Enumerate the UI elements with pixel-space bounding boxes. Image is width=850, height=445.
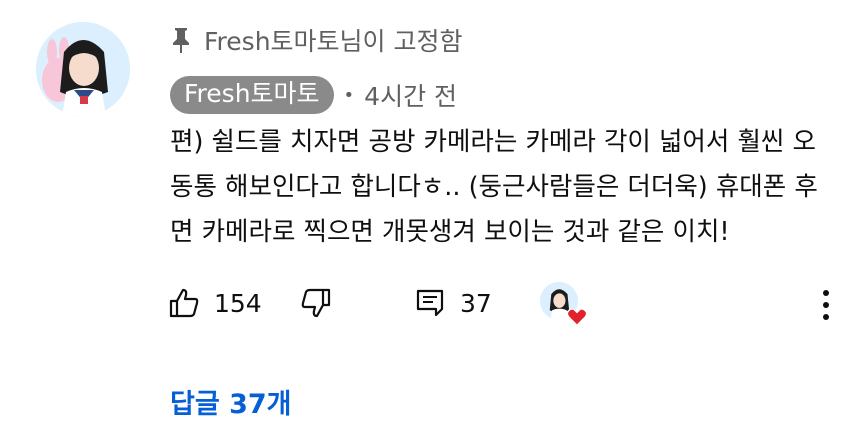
like-count: 154 [214, 288, 262, 318]
author-avatar[interactable] [36, 22, 130, 116]
comment-line: 면 카메라로 찍으면 개못생겨 보이는 것과 같은 이치! [170, 217, 730, 247]
reply-count: 37 [460, 288, 492, 318]
comment-text: 편) 쉴드를 치자면 공방 카메라는 카메라 각이 넓어서 훨씬 오 동통 해보… [170, 120, 830, 255]
pinned-text: Fresh토마토님이 고정함 [204, 27, 463, 56]
view-replies-link[interactable]: 답글 37개 [170, 382, 292, 421]
thumbs-up-icon [169, 288, 199, 318]
more-vertical-icon [823, 290, 829, 320]
separator-dot: • [343, 84, 355, 106]
creator-heart-badge [540, 282, 590, 330]
comment-line: 편) 쉴드를 치자면 공방 카메라는 카메라 각이 넓어서 훨씬 오 [170, 127, 816, 157]
pin-icon [173, 28, 189, 53]
avatar-illustration [36, 22, 130, 116]
comment-timestamp[interactable]: 4시간 전 [364, 77, 457, 113]
comment-icon [416, 289, 444, 317]
dislike-button[interactable] [300, 282, 332, 324]
heart-icon [566, 308, 588, 327]
more-options-button[interactable] [814, 287, 838, 323]
comment-header: Fresh토마토 • 4시간 전 [170, 76, 457, 114]
author-name-chip[interactable]: Fresh토마토 [170, 76, 334, 114]
comment-line: 동통 해보인다고 합니다ㅎ.. (둥근사람들은 더더욱) 휴대폰 후 [170, 172, 818, 202]
thumbs-down-icon [301, 288, 331, 318]
reply-button[interactable]: 37 [414, 282, 492, 324]
like-button[interactable]: 154 [168, 282, 262, 324]
comment-action-bar: 154 37 [168, 282, 838, 324]
pinned-label: Fresh토마토님이 고정함 [170, 22, 463, 58]
